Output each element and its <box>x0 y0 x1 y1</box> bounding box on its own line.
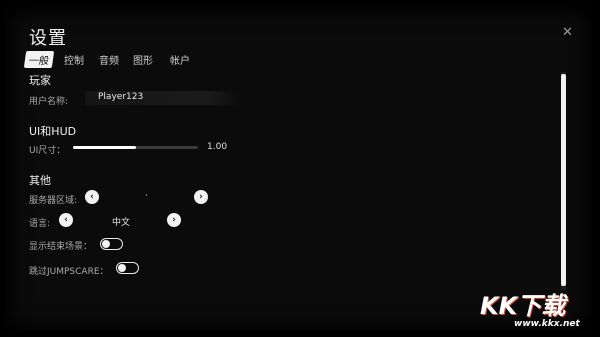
username-field[interactable]: Player123 <box>85 91 240 105</box>
language-label: 语言: <box>29 219 51 229</box>
tab-account[interactable]: 帐户 <box>170 52 190 67</box>
scrollbar[interactable] <box>561 72 566 290</box>
tab-audio[interactable]: 音频 <box>99 52 119 67</box>
tab-general[interactable]: 一般 <box>23 51 55 68</box>
tab-graphics[interactable]: 图形 <box>133 52 153 67</box>
tab-controls[interactable]: 控制 <box>64 52 84 67</box>
ui-size-slider-fill <box>73 146 136 149</box>
scrollbar-thumb[interactable] <box>561 74 566 286</box>
show-end-scene-toggle[interactable] <box>100 238 123 250</box>
chevron-right-icon: › <box>172 215 176 225</box>
section-ui-hud: UI和HUD <box>29 125 77 138</box>
server-region-value: · <box>145 191 148 201</box>
ui-size-slider[interactable] <box>73 146 198 149</box>
toggle-knob <box>118 264 126 272</box>
username-label: 用户名称: <box>29 97 69 107</box>
username-value: Player123 <box>98 92 144 102</box>
chevron-left-icon: ‹ <box>64 215 68 225</box>
language-value: 中文 <box>112 218 131 228</box>
server-region-next-button[interactable]: › <box>194 190 208 204</box>
language-prev-button[interactable]: ‹ <box>59 213 73 227</box>
ui-size-label: UI尺寸： <box>29 146 66 156</box>
page-title: 设置 <box>29 28 67 49</box>
ui-size-value: 1.00 <box>207 142 228 152</box>
server-region-label: 服务器区域: <box>29 196 78 206</box>
toggle-knob <box>102 240 110 248</box>
show-end-scene-label: 显示结束场景： <box>29 242 93 252</box>
section-player: 玩家 <box>29 74 51 87</box>
language-next-button[interactable]: › <box>167 213 181 227</box>
settings-panel <box>6 6 592 331</box>
section-other: 其他 <box>29 174 51 187</box>
chevron-right-icon: › <box>199 192 203 202</box>
skip-jumpscare-label: 跳过JUMPSCARE： <box>29 267 109 277</box>
skip-jumpscare-toggle[interactable] <box>116 262 139 274</box>
close-icon[interactable]: ✕ <box>562 25 573 40</box>
server-region-prev-button[interactable]: ‹ <box>85 190 99 204</box>
chevron-left-icon: ‹ <box>90 192 94 202</box>
